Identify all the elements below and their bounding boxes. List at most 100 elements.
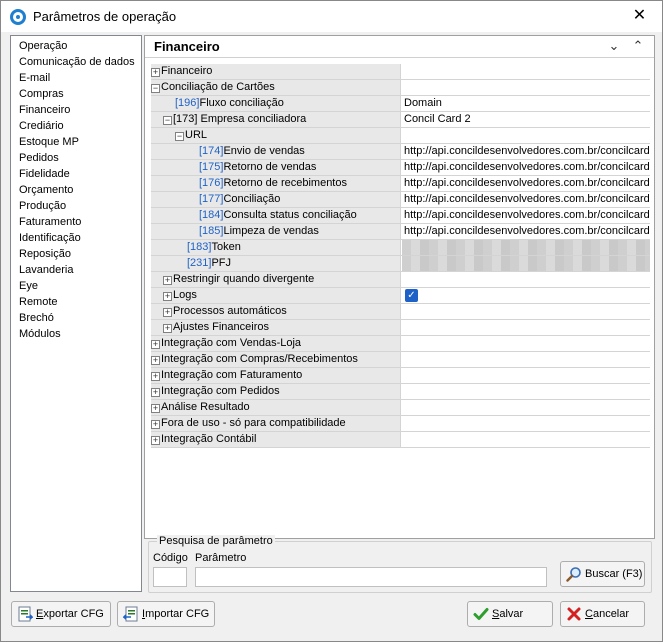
sidebar-item-fidelidade[interactable]: Fidelidade	[11, 166, 141, 182]
collapse-all-icon[interactable]: ⌄	[606, 38, 622, 54]
param-value[interactable]: http://api.concildesenvolvedores.com.br/…	[402, 144, 650, 159]
expand-icon[interactable]: +	[163, 292, 172, 301]
param-value[interactable]: Domain	[402, 96, 650, 111]
tree-row[interactable]: [174]Envio de vendas http://api.concilde…	[151, 144, 650, 160]
import-icon	[122, 606, 139, 622]
sidebar-item-email[interactable]: E-mail	[11, 70, 141, 86]
sidebar-item-eye[interactable]: Eye	[11, 278, 141, 294]
tree-row[interactable]: [184]Consulta status conciliação http://…	[151, 208, 650, 224]
tree-row[interactable]: + Integração com Faturamento	[151, 368, 650, 384]
close-icon[interactable]: ✕	[617, 1, 662, 31]
codigo-input[interactable]	[153, 567, 187, 587]
param-value[interactable]: Concil Card 2	[402, 112, 650, 127]
sidebar-item-orcamento[interactable]: Orçamento	[11, 182, 141, 198]
tree-row[interactable]: + Análise Resultado	[151, 400, 650, 416]
sidebar-item-crediario[interactable]: Crediário	[11, 118, 141, 134]
parametro-label: Parâmetro	[195, 552, 247, 564]
sidebar-item-financeiro[interactable]: Financeiro	[11, 102, 141, 118]
parameter-tree: + Financeiro − Conciliação de Cartões [196…	[151, 64, 650, 448]
param-value[interactable]: http://api.concildesenvolvedores.com.br/…	[402, 208, 650, 223]
collapse-icon[interactable]: −	[175, 132, 184, 141]
tree-row[interactable]: + Financeiro	[151, 64, 650, 80]
expand-icon[interactable]: +	[151, 356, 160, 365]
tree-row[interactable]: + Integração Contábil	[151, 432, 650, 448]
row-label: Limpeza de vendas	[223, 225, 319, 237]
tree-row[interactable]: + Logs ✓	[151, 288, 650, 304]
tree-row[interactable]: + Processos automáticos	[151, 304, 650, 320]
sidebar-item-lavanderia[interactable]: Lavanderia	[11, 262, 141, 278]
row-label: Consulta status conciliação	[223, 209, 357, 221]
sidebar-item-identificacao[interactable]: Identificação	[11, 230, 141, 246]
expand-icon[interactable]: +	[151, 436, 160, 445]
sidebar-item-estoque-mp[interactable]: Estoque MP	[11, 134, 141, 150]
window: Parâmetros de operação ✕ Operação Comuni…	[0, 0, 663, 642]
tree-row[interactable]: [177]Conciliação http://api.concildesenv…	[151, 192, 650, 208]
row-label: Financeiro	[161, 65, 213, 77]
tree-row[interactable]: + Integração com Pedidos	[151, 384, 650, 400]
tree-row[interactable]: − URL	[151, 128, 650, 144]
logs-checkbox[interactable]: ✓	[405, 289, 418, 302]
tree-row[interactable]: [185]Limpeza de vendas http://api.concil…	[151, 224, 650, 240]
row-label: Retorno de recebimentos	[223, 177, 347, 189]
sidebar-item-comunicacao[interactable]: Comunicação de dados	[11, 54, 141, 70]
row-label: Conciliação de Cartões	[161, 81, 275, 93]
sidebar-item-pedidos[interactable]: Pedidos	[11, 150, 141, 166]
tree-row[interactable]: [176]Retorno de recebimentos http://api.…	[151, 176, 650, 192]
param-value[interactable]: http://api.concildesenvolvedores.com.br/…	[402, 176, 650, 191]
expand-icon[interactable]: +	[151, 340, 160, 349]
importar-cfg-button[interactable]: Importar CFG	[117, 601, 215, 627]
checkmark-icon	[473, 606, 489, 622]
sidebar-item-compras[interactable]: Compras	[11, 86, 141, 102]
param-code: [184]	[199, 209, 224, 221]
param-code: [177]	[199, 193, 224, 205]
redacted-value[interactable]	[402, 256, 650, 271]
tree-row[interactable]: [175]Retorno de vendas http://api.concil…	[151, 160, 650, 176]
row-label: Ajustes Financeiros	[173, 321, 269, 333]
row-label: Integração Contábil	[161, 433, 257, 445]
sidebar-item-operacao[interactable]: Operação	[11, 38, 141, 54]
tree-row[interactable]: + Integração com Vendas-Loja	[151, 336, 650, 352]
tree-row[interactable]: + Restringir quando divergente	[151, 272, 650, 288]
expand-icon[interactable]: +	[163, 308, 172, 317]
collapse-icon[interactable]: −	[151, 84, 160, 93]
sidebar-item-remote[interactable]: Remote	[11, 294, 141, 310]
parametro-input[interactable]	[195, 567, 547, 587]
param-value[interactable]: http://api.concildesenvolvedores.com.br/…	[402, 224, 650, 239]
tree-row[interactable]: + Integração com Compras/Recebimentos	[151, 352, 650, 368]
tree-row[interactable]: − [173] Empresa conciliadora Concil Card …	[151, 112, 650, 128]
row-label: Fluxo conciliação	[199, 97, 284, 109]
param-code: [173]	[173, 113, 198, 125]
expand-icon[interactable]: +	[151, 372, 160, 381]
expand-icon[interactable]: +	[151, 68, 160, 77]
param-value[interactable]: http://api.concildesenvolvedores.com.br/…	[402, 192, 650, 207]
redacted-value[interactable]	[402, 240, 650, 255]
buscar-button[interactable]: Buscar (F3)	[560, 561, 645, 587]
row-label: Empresa conciliadora	[200, 113, 307, 125]
sidebar-item-faturamento[interactable]: Faturamento	[11, 214, 141, 230]
tree-row[interactable]: [231]PFJ	[151, 256, 650, 272]
sidebar-item-reposicao[interactable]: Reposição	[11, 246, 141, 262]
tree-row[interactable]: − Conciliação de Cartões	[151, 80, 650, 96]
sidebar-item-brecho[interactable]: Brechó	[11, 310, 141, 326]
sidebar-item-modulos[interactable]: Módulos	[11, 326, 141, 342]
row-label: Processos automáticos	[173, 305, 287, 317]
sidebar-item-producao[interactable]: Produção	[11, 198, 141, 214]
expand-all-icon[interactable]: ⌃	[630, 38, 646, 54]
salvar-button[interactable]: Salvar	[467, 601, 553, 627]
expand-icon[interactable]: +	[163, 276, 172, 285]
param-code: [175]	[199, 161, 224, 173]
param-value[interactable]: http://api.concildesenvolvedores.com.br/…	[402, 160, 650, 175]
expand-icon[interactable]: +	[151, 388, 160, 397]
tree-row[interactable]: + Fora de uso - só para compatibilidade	[151, 416, 650, 432]
expand-icon[interactable]: +	[163, 324, 172, 333]
cancelar-button[interactable]: Cancelar	[560, 601, 645, 627]
tree-row[interactable]: [183]Token	[151, 240, 650, 256]
tree-row[interactable]: [196]Fluxo conciliação Domain	[151, 96, 650, 112]
expand-icon[interactable]: +	[151, 404, 160, 413]
tree-row[interactable]: + Ajustes Financeiros	[151, 320, 650, 336]
row-label: URL	[185, 129, 208, 141]
collapse-icon[interactable]: −	[163, 116, 172, 125]
exportar-cfg-button[interactable]: Exportar CFG	[11, 601, 111, 627]
row-label: Envio de vendas	[223, 145, 305, 157]
expand-icon[interactable]: +	[151, 420, 160, 429]
